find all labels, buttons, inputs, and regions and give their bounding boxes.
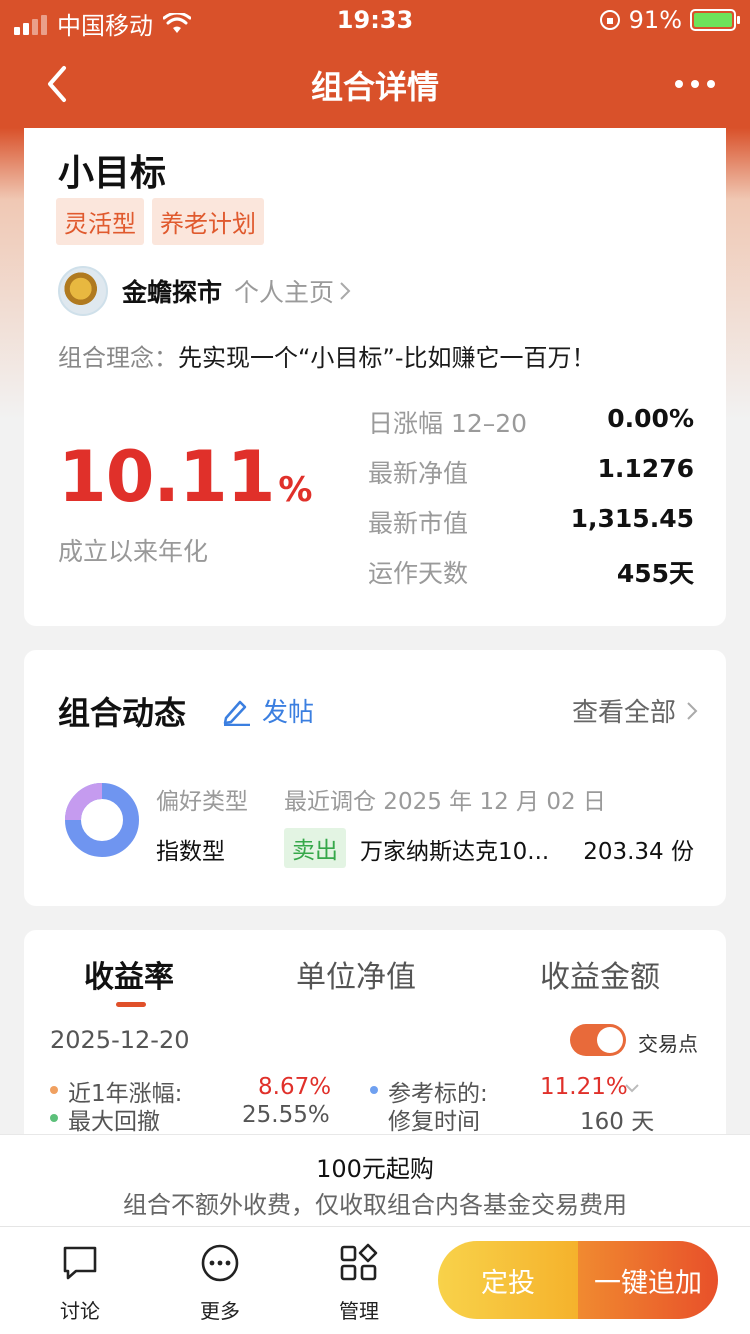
avatar[interactable]: [58, 266, 108, 316]
preference-donut-chart: [65, 783, 139, 857]
manage-button[interactable]: 管理: [314, 1243, 404, 1324]
recent-adjust: 最近调仓 2025 年 12 月 02 日: [284, 789, 606, 815]
action-buttons: 定投 一键追加: [438, 1241, 718, 1319]
more-button[interactable]: 更多: [175, 1243, 265, 1324]
dynamics-card: 组合动态 发帖 查看全部 偏好类型 指数型 最近调仓 2025 年 12 月 0…: [24, 650, 726, 906]
preference-value: 指数型: [156, 839, 225, 865]
min-amount: 100元起购: [316, 1155, 434, 1183]
battery-icon: [690, 9, 740, 31]
fee-note: 组合不额外收费，仅收取组合内各基金交易费用: [123, 1191, 627, 1219]
nav-bar: 组合详情: [0, 42, 750, 128]
tag-type: 灵活型: [56, 198, 144, 245]
more-label: 更多: [200, 1299, 240, 1323]
sell-badge: 卖出: [284, 828, 346, 868]
chat-icon: [63, 1246, 97, 1280]
annualized-unit: %: [278, 470, 312, 510]
stat-label: 运作天数: [368, 559, 469, 588]
stat-value: 1,315.45: [570, 504, 694, 533]
post-button[interactable]: 发帖: [220, 692, 314, 729]
view-all-link[interactable]: 查看全部: [572, 692, 698, 729]
max-drawdown-label: 最大回撤: [68, 1109, 160, 1135]
chevron-right-icon: [687, 701, 698, 720]
stat-value: 455天: [616, 559, 694, 588]
max-drawdown-value: 25.55%: [242, 1102, 330, 1128]
stat-label: 最新净值: [368, 459, 469, 488]
stat-value: 0.00%: [607, 404, 694, 433]
author-row[interactable]: 金蟾探市 个人主页: [58, 266, 352, 316]
annualized-value: 10.11: [58, 436, 275, 518]
purchase-info: 100元起购 组合不额外收费，仅收取组合内各基金交易费用: [0, 1134, 750, 1226]
year-change-value: 8.67%: [258, 1074, 332, 1100]
portfolio-summary-card: 小目标 灵活型 养老计划 金蟾探市 个人主页 组合理念：先实现一个“小目标”-比…: [24, 128, 726, 626]
more-icon: [201, 1244, 239, 1282]
chevron-right-icon: [340, 282, 351, 300]
battery-percent: 91%: [628, 6, 682, 34]
performance-card: 收益率 单位净值 收益金额 2025-12-20 交易点 近1年涨幅: 8.67…: [24, 930, 726, 1160]
more-menu-icon[interactable]: [670, 66, 720, 102]
bottom-action-bar: 讨论 更多 管理 定投 一键追加: [0, 1226, 750, 1334]
toggle-label: 交易点: [638, 1032, 698, 1056]
stat-row: 最新市值 1,315.45: [368, 500, 694, 550]
active-tab-indicator: [116, 1002, 146, 1007]
recovery-label: 修复时间: [388, 1109, 480, 1135]
pen-icon: [223, 700, 250, 726]
orientation-lock-icon: [599, 10, 620, 30]
portfolio-tags: 灵活型 养老计划: [56, 198, 264, 245]
grid-icon: [340, 1243, 378, 1281]
stat-label: 最新市值: [368, 509, 469, 538]
tab-unit-nav[interactable]: 单位净值: [296, 952, 416, 996]
preference-label: 偏好类型: [156, 789, 248, 815]
add-investment-button[interactable]: 一键追加: [578, 1241, 718, 1319]
chevron-down-icon[interactable]: [624, 1082, 640, 1094]
legend-dot-green: [50, 1114, 58, 1122]
concept-label: 组合理念：: [58, 344, 178, 372]
discuss-label: 讨论: [60, 1299, 100, 1323]
dynamics-title: 组合动态: [58, 694, 187, 732]
stat-row: 最新净值 1.1276: [368, 450, 694, 500]
legend-dot-orange: [50, 1086, 58, 1094]
fund-name[interactable]: 万家纳斯达克10...: [360, 832, 549, 866]
stat-label: 日涨幅 12–20: [368, 409, 528, 438]
author-name[interactable]: 金蟾探市: [122, 273, 222, 309]
tab-return-rate[interactable]: 收益率: [84, 952, 174, 996]
annualized-label: 成立以来年化: [58, 537, 209, 566]
discuss-button[interactable]: 讨论: [35, 1243, 125, 1324]
tag-plan: 养老计划: [152, 198, 264, 245]
view-all-label[interactable]: 查看全部: [572, 692, 676, 729]
status-bar: 中国移动 19:33 91%: [0, 0, 750, 42]
manage-label: 管理: [339, 1299, 379, 1323]
page-title: 组合详情: [310, 68, 439, 106]
concept-text: 先实现一个“小目标”-比如赚它一百万！: [178, 344, 596, 372]
stat-value: 1.1276: [597, 454, 694, 483]
post-label[interactable]: 发帖: [262, 692, 314, 729]
fixed-invest-button[interactable]: 定投: [438, 1241, 578, 1319]
recovery-value: 160 天: [580, 1109, 655, 1135]
fund-shares: 203.34 份: [583, 839, 694, 865]
stat-row: 运作天数 455天: [368, 550, 694, 600]
performance-date: 2025-12-20: [50, 1026, 190, 1054]
trade-points-toggle[interactable]: [570, 1024, 626, 1056]
portfolio-concept: 组合理念：先实现一个“小目标”-比如赚它一百万！: [58, 338, 596, 373]
profile-link[interactable]: 个人主页: [234, 273, 334, 309]
benchmark-value: 11.21%: [540, 1074, 628, 1100]
portfolio-name: 小目标: [58, 153, 167, 194]
annualized-return: 10.11%: [58, 436, 313, 518]
legend-dot-blue: [370, 1086, 378, 1094]
stat-row: 日涨幅 12–20 0.00%: [368, 400, 694, 450]
tab-return-amount[interactable]: 收益金额: [540, 952, 660, 996]
stats-list: 日涨幅 12–20 0.00% 最新净值 1.1276 最新市值 1,315.4…: [368, 400, 694, 600]
